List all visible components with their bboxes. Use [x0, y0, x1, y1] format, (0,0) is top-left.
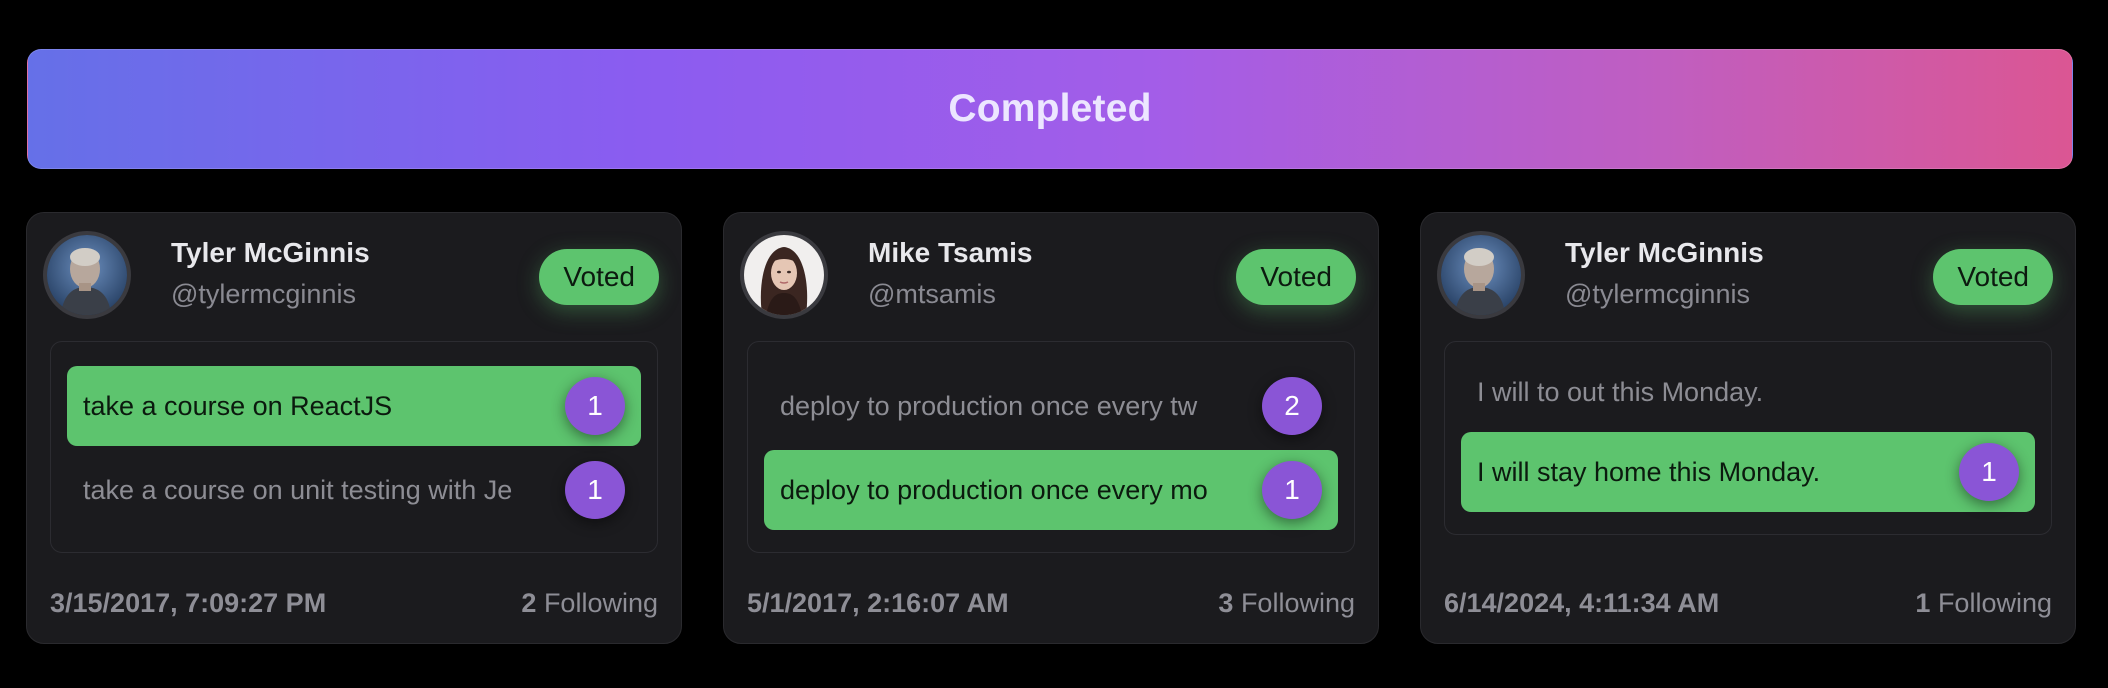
voted-badge: Voted: [1236, 249, 1356, 305]
poll-options: take a course on ReactJS 1 take a course…: [50, 341, 658, 553]
poll-option[interactable]: deploy to production once every tw 2: [764, 366, 1338, 446]
following-label: Following: [1937, 587, 2052, 618]
author-name: Mike Tsamis: [868, 237, 1033, 268]
vote-count-badge: 1: [1262, 461, 1322, 519]
male-portrait-icon: [1441, 235, 1521, 315]
following-count[interactable]: 1 Following: [1915, 588, 2052, 619]
card-footer: 3/15/2017, 7:09:27 PM 2 Following: [50, 583, 658, 623]
author-handle: @tylermcginnis: [1565, 279, 1750, 309]
following-count[interactable]: 2 Following: [521, 588, 658, 619]
option-text: I will stay home this Monday.: [1477, 457, 1821, 487]
poll-option[interactable]: I will stay home this Monday. 1: [1461, 432, 2035, 512]
voted-badge: Voted: [539, 249, 659, 305]
timestamp: 3/15/2017, 7:09:27 PM: [50, 587, 327, 618]
author-name: Tyler McGinnis: [171, 237, 370, 268]
banner-title: Completed: [948, 87, 1152, 130]
poll-options: I will to out this Monday. I will stay h…: [1444, 341, 2052, 535]
card-footer: 6/14/2024, 4:11:34 AM 1 Following: [1444, 583, 2052, 623]
timestamp: 6/14/2024, 4:11:34 AM: [1444, 587, 1720, 618]
option-text: take a course on unit testing with Je: [83, 475, 513, 505]
following-number: 3: [1218, 587, 1234, 618]
avatar: [740, 231, 828, 319]
following-number: 1: [1915, 587, 1931, 618]
avatar: [43, 231, 131, 319]
completed-banner[interactable]: Completed: [27, 49, 2073, 169]
option-text: I will to out this Monday.: [1477, 377, 1764, 407]
poll-card[interactable]: Mike Tsamis @mtsamis Voted deploy to pro…: [723, 212, 1379, 644]
timestamp: 5/1/2017, 2:16:07 AM: [747, 587, 1009, 618]
following-number: 2: [521, 587, 537, 618]
poll-option[interactable]: deploy to production once every mo 1: [764, 450, 1338, 530]
following-label: Following: [543, 587, 658, 618]
poll-card[interactable]: Tyler McGinnis @tylermcginnis Voted I wi…: [1420, 212, 2076, 644]
poll-option[interactable]: I will to out this Monday.: [1461, 356, 2035, 428]
poll-card[interactable]: Tyler McGinnis @tylermcginnis Voted take…: [26, 212, 682, 644]
voted-badge: Voted: [1933, 249, 2053, 305]
following-count[interactable]: 3 Following: [1218, 588, 1355, 619]
following-label: Following: [1240, 587, 1355, 618]
card-footer: 5/1/2017, 2:16:07 AM 3 Following: [747, 583, 1355, 623]
female-portrait-icon: [744, 235, 824, 315]
poll-card-list: Tyler McGinnis @tylermcginnis Voted take…: [26, 212, 2076, 644]
option-text: deploy to production once every tw: [780, 391, 1198, 421]
author-handle: @tylermcginnis: [171, 279, 356, 309]
poll-options: deploy to production once every tw 2 dep…: [747, 341, 1355, 553]
author-handle: @mtsamis: [868, 279, 996, 309]
option-text: deploy to production once every mo: [780, 475, 1208, 505]
vote-count-badge: 1: [565, 377, 625, 435]
vote-count-badge: 1: [565, 461, 625, 519]
option-text: take a course on ReactJS: [83, 391, 393, 421]
male-portrait-icon: [47, 235, 127, 315]
vote-count-badge: 2: [1262, 377, 1322, 435]
avatar: [1437, 231, 1525, 319]
poll-option[interactable]: take a course on ReactJS 1: [67, 366, 641, 446]
poll-option[interactable]: take a course on unit testing with Je 1: [67, 450, 641, 530]
vote-count-badge: 1: [1959, 443, 2019, 501]
author-name: Tyler McGinnis: [1565, 237, 1764, 268]
